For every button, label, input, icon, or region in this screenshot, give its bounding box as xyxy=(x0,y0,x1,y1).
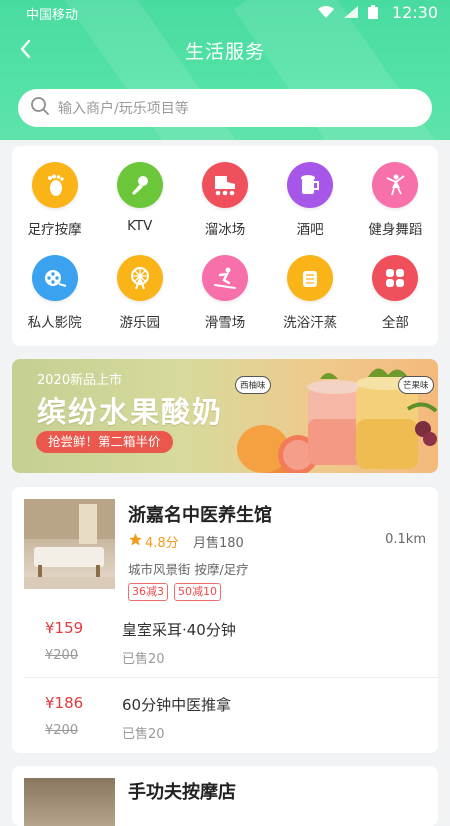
category-label: 滑雪场 xyxy=(204,315,246,331)
wifi-icon xyxy=(318,6,334,22)
flavor-bubble-grapefruit: 西柚味 xyxy=(235,376,271,394)
clock: 12:30 xyxy=(391,3,438,22)
shop-photo xyxy=(24,778,115,826)
category-ice-rink[interactable]: 溜冰场 xyxy=(182,162,267,255)
category-foot-massage[interactable]: 足疗按摩 xyxy=(12,162,97,255)
shop-distance: 0.1km xyxy=(385,532,426,547)
foot-icon xyxy=(31,162,78,208)
carrier-label: 中国移动 xyxy=(26,8,79,23)
category-label: KTV xyxy=(127,218,153,234)
ferris-wheel-icon xyxy=(116,255,163,301)
deal-sold-count: 已售20 xyxy=(122,727,165,742)
banner-tag: 2020新品上市 xyxy=(37,373,123,388)
category-all[interactable]: 全部 xyxy=(353,255,438,348)
category-bath-sauna[interactable]: 洗浴汗蒸 xyxy=(268,255,353,348)
category-private-cinema[interactable]: 私人影院 xyxy=(12,255,97,348)
grid-icon xyxy=(372,255,419,301)
star-icon xyxy=(128,532,143,551)
bath-icon xyxy=(287,255,334,301)
banner-headline: 缤纷水果酸奶 xyxy=(37,395,224,429)
category-bar[interactable]: 酒吧 xyxy=(268,162,353,255)
dance-icon xyxy=(372,162,419,208)
promo-banner[interactable]: 2020新品上市 缤纷水果酸奶 抢尝鲜！第二箱半价 西柚味 芒果味 xyxy=(12,359,438,473)
category-grid: 足疗按摩 KTV 溜冰场 酒吧 健身舞蹈 私人影院 游乐园 滑雪场 洗浴汗蒸 全… xyxy=(12,162,438,348)
page-title: 生活服务 xyxy=(184,41,265,63)
shop-card[interactable]: 手功夫按摩店 xyxy=(12,766,438,826)
search-placeholder: 输入商户/玩乐项目等 xyxy=(58,101,189,117)
deal-price: ¥159 xyxy=(45,619,84,637)
beer-icon xyxy=(287,162,334,208)
status-bar: 中国移动 12:30 xyxy=(0,0,450,26)
discount-badges: 36减3 50减10 xyxy=(128,583,221,601)
microphone-icon xyxy=(116,162,163,208)
category-ski-resort[interactable]: 滑雪场 xyxy=(182,255,267,348)
category-ktv[interactable]: KTV xyxy=(97,162,182,255)
shop-photo xyxy=(24,499,115,589)
banner-promo-pill: 抢尝鲜！第二箱半价 xyxy=(36,431,173,453)
discount-badge: 36减3 xyxy=(128,583,168,601)
shop-address: 城市风景街 按摩/足疗 xyxy=(128,562,249,577)
battery-icon xyxy=(368,5,378,23)
signal-icon xyxy=(344,6,358,22)
category-label: 健身舞蹈 xyxy=(368,222,423,238)
category-label: 足疗按摩 xyxy=(27,222,82,238)
deal-original-price: ¥200 xyxy=(45,648,79,663)
category-card: 足疗按摩 KTV 溜冰场 酒吧 健身舞蹈 私人影院 游乐园 滑雪场 洗浴汗蒸 全… xyxy=(12,146,438,346)
shop-card[interactable]: 浙嘉名中医养生馆 4.8分 月售180 0.1km 城市风景街 按摩/足疗 36… xyxy=(12,487,438,753)
deal-divider xyxy=(24,677,438,678)
deal-item[interactable]: ¥159 ¥200 皇室采耳·40分钟 已售20 xyxy=(12,615,438,677)
shop-name: 浙嘉名中医养生馆 xyxy=(128,505,272,526)
shop-name: 手功夫按摩店 xyxy=(128,782,236,803)
rating-value: 4.8分 xyxy=(145,536,179,551)
deal-title: 皇室采耳·40分钟 xyxy=(122,621,236,639)
deal-sold-count: 已售20 xyxy=(122,652,165,667)
deal-price: ¥186 xyxy=(45,694,84,712)
category-fitness-dance[interactable]: 健身舞蹈 xyxy=(353,162,438,255)
category-amusement-park[interactable]: 游乐园 xyxy=(97,255,182,348)
category-label: 洗浴汗蒸 xyxy=(283,315,338,331)
deal-title: 60分钟中医推拿 xyxy=(122,696,232,714)
deal-item[interactable]: ¥186 ¥200 60分钟中医推拿 已售20 xyxy=(12,690,438,752)
status-icons xyxy=(318,5,378,23)
discount-badge: 50减10 xyxy=(174,583,221,601)
shop-rating: 4.8分 xyxy=(128,532,179,551)
category-label: 酒吧 xyxy=(296,222,324,238)
film-reel-icon xyxy=(31,255,78,301)
deal-original-price: ¥200 xyxy=(45,723,79,738)
nav-bar: 生活服务 xyxy=(0,28,450,72)
skate-icon xyxy=(201,162,248,208)
category-label: 全部 xyxy=(381,315,409,331)
category-label: 溜冰场 xyxy=(204,222,246,238)
flavor-bubble-mango: 芒果味 xyxy=(398,376,434,394)
ski-icon xyxy=(201,255,248,301)
monthly-sales: 月售180 xyxy=(193,536,244,551)
category-label: 游乐园 xyxy=(119,315,161,331)
search-icon xyxy=(30,96,50,120)
search-input[interactable]: 输入商户/玩乐项目等 xyxy=(18,89,432,127)
category-label: 私人影院 xyxy=(27,315,82,331)
